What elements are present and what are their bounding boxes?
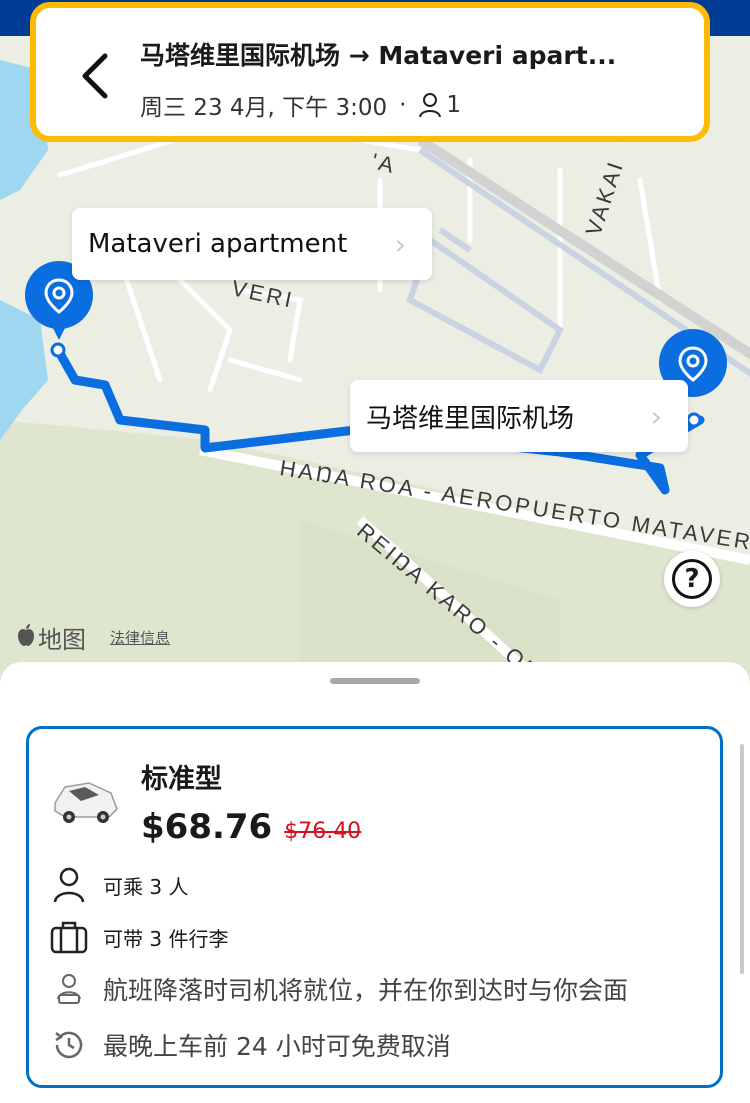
- clock-history-icon: [49, 1025, 89, 1065]
- bottom-sheet[interactable]: 标准型 $68.76 $76.40 可乘 3 人 可带 3 件行李 航班降落时司…: [0, 662, 750, 1103]
- destination-label: Mataveri apartment: [88, 229, 348, 259]
- feature-text: 航班降落时司机将就位，并在你到达时与你会面: [103, 976, 629, 1005]
- feature-cancellation: 最晚上车前 24 小时可免费取消: [49, 1025, 451, 1065]
- scrollbar[interactable]: [740, 744, 744, 974]
- car-icon: [51, 773, 121, 833]
- luggage-icon: [49, 917, 89, 957]
- separator-dot: ·: [399, 92, 407, 118]
- apple-logo-icon: [16, 623, 36, 653]
- person-icon: [49, 865, 89, 905]
- feature-luggage: 可带 3 件行李: [49, 917, 228, 957]
- chevron-left-icon: [79, 52, 109, 104]
- feature-text: 可乘 3 人: [103, 874, 189, 899]
- passenger-count: 1: [446, 92, 462, 118]
- sheet-grabber[interactable]: [330, 678, 420, 684]
- chevron-right-icon: ›: [650, 399, 662, 433]
- driver-icon: [49, 969, 89, 1009]
- feature-meet-greet: 航班降落时司机将就位，并在你到达时与你会面: [49, 969, 628, 1009]
- destination-callout[interactable]: Mataveri apartment ›: [72, 208, 432, 280]
- person-icon: [418, 92, 442, 118]
- maps-brand: 地图: [16, 620, 86, 655]
- origin-callout[interactable]: 马塔维里国际机场 ›: [350, 380, 688, 452]
- help-button[interactable]: ?: [664, 551, 720, 607]
- map-view[interactable]: HAŊA ROA - AEROPUERTO MATAVERI REIŊA KAR…: [0, 0, 750, 700]
- origin-label: 马塔维里国际机场: [366, 403, 575, 434]
- vehicle-name: 标准型: [141, 764, 222, 795]
- back-button[interactable]: [64, 46, 124, 110]
- original-price: $76.40: [284, 819, 362, 844]
- legal-info-link[interactable]: 法律信息: [110, 627, 170, 648]
- feature-text: 可带 3 件行李: [103, 926, 229, 951]
- trip-details: 周三 23 4月, 下午 3:00 · 1: [140, 88, 461, 122]
- feature-passengers: 可乘 3 人: [49, 865, 188, 905]
- feature-text: 最晚上车前 24 小时可免费取消: [103, 1032, 451, 1061]
- current-price: $68.76: [141, 807, 273, 847]
- pickup-datetime: 周三 23 4月, 下午 3:00: [140, 95, 388, 121]
- route-title: 马塔维里国际机场 → Mataveri apart...: [140, 41, 617, 70]
- vehicle-option-card[interactable]: 标准型 $68.76 $76.40 可乘 3 人 可带 3 件行李 航班降落时司…: [26, 726, 723, 1088]
- maps-brand-label: 地图: [38, 626, 86, 654]
- price-row: $68.76 $76.40: [141, 807, 361, 847]
- question-icon: ?: [672, 559, 712, 599]
- trip-header-card[interactable]: 马塔维里国际机场 → Mataveri apart... 周三 23 4月, 下…: [30, 2, 710, 142]
- chevron-right-icon: ›: [394, 227, 406, 261]
